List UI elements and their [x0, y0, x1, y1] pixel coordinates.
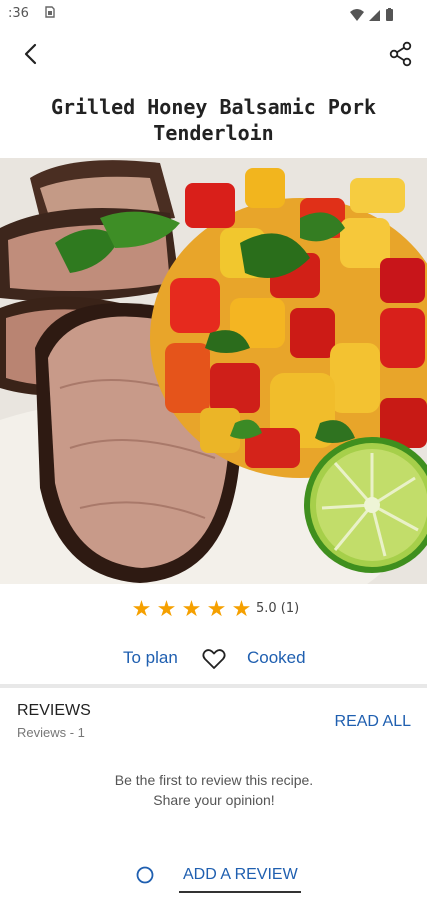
heart-outline-icon [202, 649, 226, 669]
rating-value: 5.0 (1) [256, 601, 300, 616]
reviews-heading: REVIEWS [17, 702, 91, 719]
reviews-empty-message: Be the first to review this recipe. Shar… [114, 772, 314, 808]
section-divider [0, 684, 427, 688]
add-review-label: ADD A REVIEW [183, 866, 298, 883]
cooked-button[interactable]: Cooked [247, 648, 306, 668]
back-button[interactable] [18, 40, 46, 68]
recipe-image [0, 158, 427, 584]
star-icon: ★ [231, 597, 252, 622]
rating-stars: ★ ★ ★ ★ ★ [129, 597, 254, 623]
recipe-title: Grilled Honey Balsamic Pork Tenderloin [50, 95, 377, 145]
add-review-underline [179, 891, 301, 893]
sim-card-icon [45, 6, 55, 21]
circle-outline-icon [136, 866, 154, 884]
add-review-button[interactable]: ADD A REVIEW [130, 860, 310, 896]
reviews-count: Reviews - 1 [17, 725, 85, 740]
signal-icon [369, 10, 380, 21]
wifi-icon [350, 9, 364, 21]
favorite-button[interactable] [201, 646, 227, 672]
star-icon: ★ [206, 597, 227, 622]
recipe-actions: To plan Cooked [0, 643, 427, 675]
share-icon [389, 41, 412, 67]
star-icon: ★ [156, 597, 177, 622]
read-all-button[interactable]: READ ALL [335, 713, 411, 731]
rating-row: ★ ★ ★ ★ ★ 5.0 (1) [0, 596, 427, 624]
arrow-back-icon [24, 43, 37, 65]
star-icon: ★ [181, 597, 202, 622]
share-button[interactable] [387, 40, 415, 68]
battery-icon [386, 8, 393, 21]
status-time: :36 [8, 6, 29, 21]
to-plan-button[interactable]: To plan [123, 648, 178, 668]
status-icons [349, 8, 397, 22]
status-bar: :36 [0, 0, 427, 28]
star-icon: ★ [131, 597, 152, 622]
